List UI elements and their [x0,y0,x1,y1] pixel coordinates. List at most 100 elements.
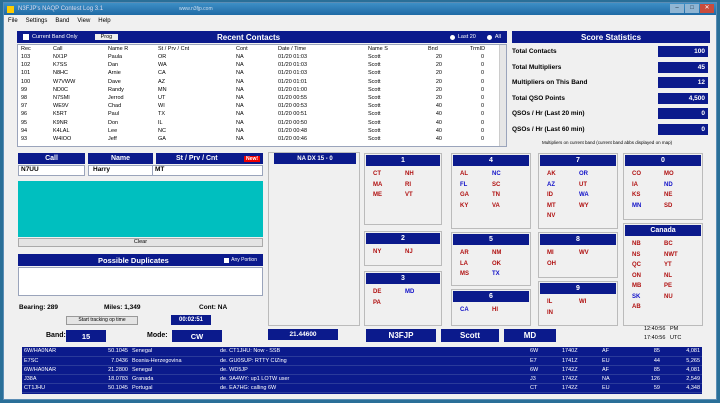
grid-cell[interactable]: Paula [108,54,122,61]
grid-cell[interactable]: TX [158,111,165,118]
grid-cell[interactable]: GA [158,136,166,143]
grid-cell[interactable]: 102 [21,62,30,69]
grid-cell[interactable]: Dave [108,79,121,86]
call-input[interactable]: N7UU [18,165,85,176]
comments-area[interactable] [18,181,263,237]
grid-cell[interactable]: NA [236,54,244,61]
grid-cell[interactable]: NA [236,136,244,143]
grid-cell[interactable]: 20 [424,87,442,94]
grid-cell[interactable]: NA [236,95,244,102]
start-tracking-button[interactable]: Start tracking op time [66,316,138,325]
grid-cell[interactable]: Chad [108,103,121,110]
grid-cell[interactable]: CA [158,70,166,77]
name-input[interactable]: Harry [88,165,153,176]
grid-col-header[interactable]: Bnd [428,46,438,53]
grid-col-header[interactable]: St / Prv / Cnt [158,46,189,53]
grid-cell[interactable]: 40 [424,120,442,127]
grid-cell[interactable]: NA [236,111,244,118]
grid-col-header[interactable]: Name R [108,46,128,53]
mode-value[interactable]: CW [172,330,222,342]
grid-cell[interactable]: AZ [158,79,165,86]
close-button[interactable]: ✕ [700,4,714,13]
grid-cell[interactable]: 01/20 00:53 [278,103,307,110]
maximize-button[interactable]: □ [685,4,699,13]
grid-col-header[interactable]: Cont [236,46,248,53]
grid-cell[interactable]: 98 [21,95,27,102]
grid-cell[interactable]: Lee [108,128,117,135]
grid-cell[interactable]: Randy [108,87,124,94]
grid-cell[interactable]: Jeff [108,136,117,143]
grid-cell[interactable]: Scott [368,120,381,127]
menu-band[interactable]: Band [55,18,69,24]
grid-cell[interactable]: Scott [368,95,381,102]
grid-cell[interactable]: 0 [466,70,484,77]
grid-cell[interactable]: 20 [424,62,442,69]
grid-cell[interactable]: K4LAL [53,128,70,135]
grid-cell[interactable]: 0 [466,103,484,110]
grid-cell[interactable]: Scott [368,87,381,94]
grid-cell[interactable]: 0 [466,62,484,69]
grid-cell[interactable]: Don [108,120,118,127]
grid-cell[interactable]: Scott [368,70,381,77]
grid-cell[interactable]: 01/20 01:03 [278,70,307,77]
grid-cell[interactable]: WI [158,103,165,110]
grid-cell[interactable]: 100 [21,79,30,86]
grid-cell[interactable]: WE9V [53,103,69,110]
grid-cell[interactable]: 0 [466,111,484,118]
grid-cell[interactable]: 99 [21,87,27,94]
grid-cell[interactable]: 20 [424,54,442,61]
grid-cell[interactable]: 01/20 01:03 [278,62,307,69]
grid-cell[interactable]: NC [158,128,166,135]
dx-spot-row[interactable]: J38A 18.0783 Granada de. 9A4WY: up1 LOTW us… [22,374,702,384]
grid-cell[interactable]: 0 [466,54,484,61]
grid-cell[interactable]: Arnie [108,70,121,77]
menu-view[interactable]: View [77,18,90,24]
grid-scrollbar[interactable] [499,45,506,146]
grid-cell[interactable]: N7SMI [53,95,70,102]
grid-cell[interactable]: Scott [368,128,381,135]
grid-cell[interactable]: 01/20 01:03 [278,54,307,61]
grid-col-header[interactable]: Date / Time [278,46,306,53]
grid-cell[interactable]: 93 [21,136,27,143]
grid-cell[interactable]: 97 [21,103,27,110]
any-portion-checkbox[interactable] [224,257,230,263]
grid-cell[interactable]: 01/20 00:55 [278,95,307,102]
grid-cell[interactable]: 101 [21,70,30,77]
grid-cell[interactable]: 01/20 00:46 [278,136,307,143]
grid-cell[interactable]: K9NR [53,120,68,127]
dx-spot-row[interactable]: CT1JHU 50.1045 Portugal de. EA7HG: calling … [22,383,702,393]
clear-button[interactable]: Clear [18,238,263,247]
grid-cell[interactable]: 40 [424,111,442,118]
grid-cell[interactable]: 0 [466,128,484,135]
grid-cell[interactable]: NX1P [53,54,67,61]
grid-cell[interactable]: Scott [368,103,381,110]
grid-cell[interactable]: K5RT [53,111,67,118]
grid-col-header[interactable]: Rec [21,46,31,53]
last20-radio[interactable] [449,34,455,40]
dx-spot-row[interactable]: 6W/HA0NAR 50.1045 Senegal de. CT1JHU: Now -… [22,347,702,357]
menu-settings[interactable]: Settings [26,18,48,24]
grid-cell[interactable]: W4IOO [53,136,71,143]
grid-cell[interactable]: Scott [368,136,381,143]
grid-cell[interactable]: NA [236,128,244,135]
grid-cell[interactable]: W7VWW [53,79,75,86]
grid-cell[interactable]: 20 [424,79,442,86]
grid-cell[interactable]: 95 [21,120,27,127]
prog-button[interactable]: Prog [94,34,119,40]
grid-cell[interactable]: ND0C [53,87,68,94]
grid-col-header[interactable]: Call [53,46,62,53]
grid-cell[interactable]: N8HC [53,70,68,77]
grid-cell[interactable]: 20 [424,70,442,77]
grid-cell[interactable]: 94 [21,128,27,135]
grid-cell[interactable]: 96 [21,111,27,118]
grid-cell[interactable]: OR [158,54,166,61]
grid-cell[interactable]: 0 [466,95,484,102]
grid-cell[interactable]: 0 [466,136,484,143]
grid-cell[interactable]: NA [236,79,244,86]
grid-cell[interactable]: 01/20 00:50 [278,120,307,127]
band-value[interactable]: 15 [66,330,106,342]
grid-cell[interactable]: UT [158,95,165,102]
current-band-checkbox[interactable] [23,34,29,40]
menu-help[interactable]: Help [98,18,110,24]
frequency-value[interactable]: 21.44600 [268,329,338,340]
